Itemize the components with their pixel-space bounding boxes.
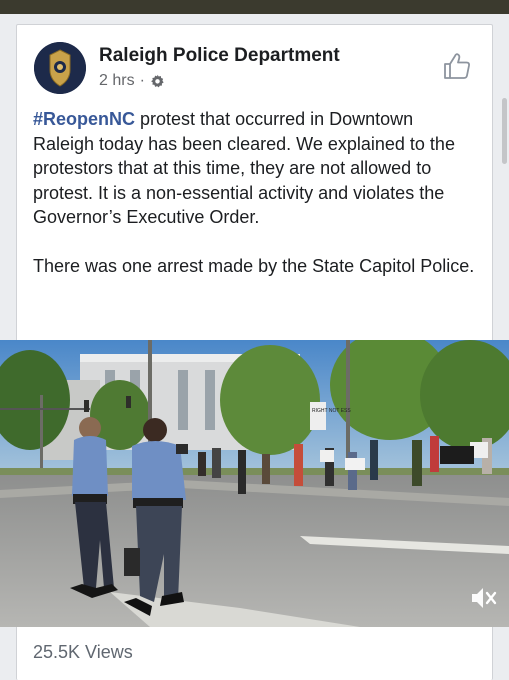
video-frame: RIGHT NOT ESS bbox=[0, 340, 509, 627]
police-badge-icon bbox=[34, 42, 86, 94]
timestamp[interactable]: 2 hrs bbox=[99, 72, 135, 90]
protest-sign-text: RIGHT NOT ESS bbox=[312, 408, 351, 414]
top-bar bbox=[0, 0, 509, 14]
scrollbar[interactable] bbox=[502, 98, 507, 164]
gear-icon bbox=[151, 74, 164, 87]
post-meta: 2 hrs · bbox=[99, 72, 165, 90]
view-count: 25.5K Views bbox=[33, 642, 133, 662]
page-avatar[interactable] bbox=[34, 42, 86, 94]
thumbs-up-icon[interactable] bbox=[442, 51, 472, 81]
speaker-muted-icon[interactable] bbox=[469, 583, 499, 613]
page-name[interactable]: Raleigh Police Department bbox=[99, 45, 340, 67]
hashtag-link[interactable]: #ReopenNC bbox=[33, 109, 135, 129]
meta-separator: · bbox=[139, 72, 145, 89]
post-text: #ReopenNC protest that occurred in Downt… bbox=[33, 107, 479, 278]
video-player[interactable]: RIGHT NOT ESS bbox=[0, 340, 509, 627]
post-paragraph-1: #ReopenNC protest that occurred in Downt… bbox=[33, 107, 479, 230]
post-paragraph-2: There was one arrest made by the State C… bbox=[33, 255, 475, 276]
